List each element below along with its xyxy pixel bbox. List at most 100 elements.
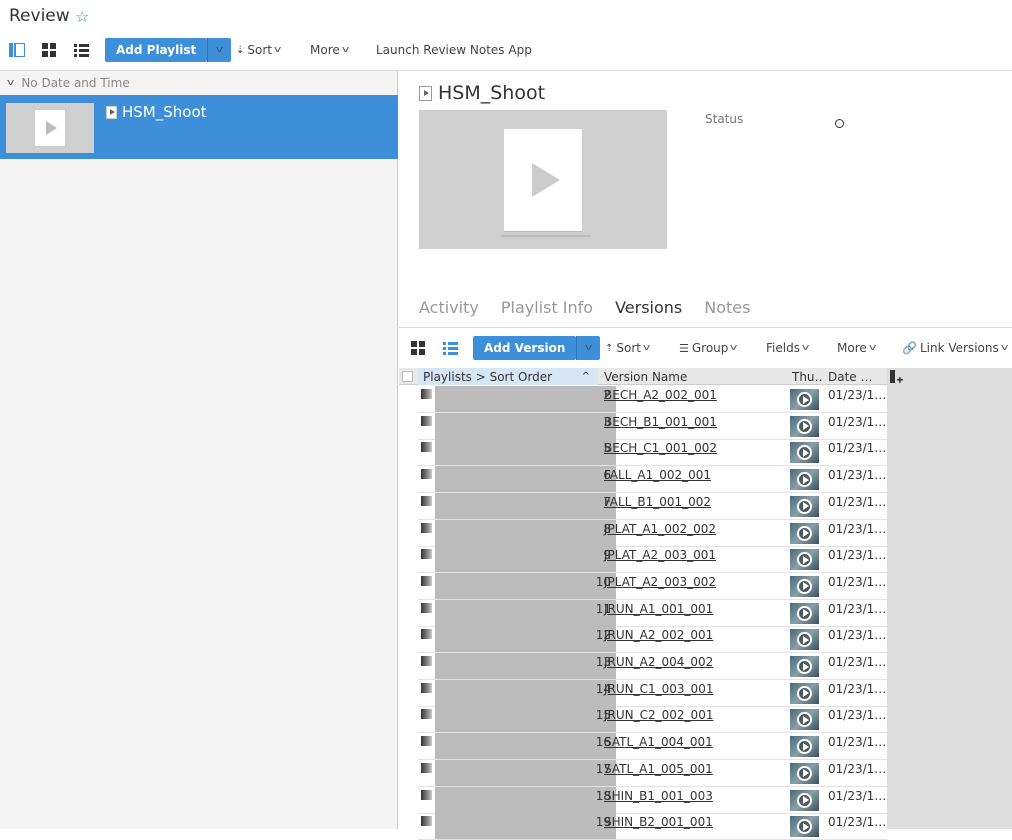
table-row[interactable]: 17 SATL_A1_005_001 01/23/1…	[418, 759, 887, 787]
versions-sort-button[interactable]: ⇡ Sort v	[605, 336, 650, 360]
version-name-link[interactable]: FALL_B1_001_002	[604, 495, 711, 509]
favorite-star-icon[interactable]: ☆	[75, 7, 89, 26]
version-thumbnail-play-icon[interactable]	[790, 575, 819, 597]
version-name-link[interactable]: BECH_C1_001_002	[604, 441, 717, 455]
sort-order-cell[interactable]: 17	[435, 759, 616, 786]
version-name-link[interactable]: JRUN_A2_002_001	[604, 628, 713, 642]
column-header-version-name[interactable]: Version Name	[604, 368, 786, 385]
sort-order-cell[interactable]: 7	[435, 492, 616, 519]
grid-view-icon[interactable]	[41, 42, 57, 58]
sort-order-cell[interactable]: 14	[435, 679, 616, 706]
add-version-dropdown-icon[interactable]: v	[576, 336, 601, 360]
version-name-link[interactable]: BECH_B1_001_001	[604, 415, 717, 429]
version-thumbnail-play-icon[interactable]	[790, 415, 819, 437]
more-button[interactable]: More v	[310, 38, 349, 62]
detail-thumbnail[interactable]	[419, 110, 667, 249]
version-name-link[interactable]: JRUN_C1_003_001	[604, 682, 713, 696]
table-row[interactable]: 3 BECH_B1_001_001 01/23/1…	[418, 412, 887, 440]
table-row[interactable]: 5 BECH_C1_001_002 01/23/1…	[418, 439, 887, 467]
sort-order-cell[interactable]: 16	[435, 733, 616, 760]
column-header-thumbnail[interactable]: Thu…	[792, 368, 822, 385]
table-row[interactable]: 18 SHIN_B1_001_003 01/23/1…	[418, 786, 887, 814]
fields-button[interactable]: Fields v	[766, 336, 809, 360]
launch-review-notes-button[interactable]: Launch Review Notes App	[376, 38, 532, 62]
version-name-link[interactable]: JRUN_A2_004_002	[604, 655, 713, 669]
add-playlist-button[interactable]: Add Playlist	[105, 38, 208, 62]
version-thumbnail-play-icon[interactable]	[790, 442, 819, 464]
column-header-date[interactable]: Date …	[828, 368, 883, 385]
sort-order-cell[interactable]: 19	[435, 813, 616, 840]
version-thumbnail-play-icon[interactable]	[790, 762, 819, 784]
version-thumbnail-play-icon[interactable]	[790, 629, 819, 651]
table-row[interactable]: 7 FALL_B1_001_002 01/23/1…	[418, 492, 887, 520]
version-thumbnail-play-icon[interactable]	[790, 656, 819, 677]
sort-order-cell[interactable]: 10	[435, 572, 616, 599]
sort-order-cell[interactable]: 13	[435, 653, 616, 679]
add-playlist-dropdown-icon[interactable]: v	[207, 38, 232, 62]
version-name-link[interactable]: JPLAT_A2_003_002	[604, 575, 716, 589]
tab-playlist-info[interactable]: Playlist Info	[501, 298, 593, 317]
table-row[interactable]: 16 SATL_A1_004_001 01/23/1…	[418, 733, 887, 761]
table-row[interactable]: 9 JPLAT_A2_003_001 01/23/1…	[418, 546, 887, 574]
add-version-button[interactable]: Add Version	[473, 336, 577, 360]
status-indicator-icon[interactable]	[835, 119, 844, 128]
version-name-link[interactable]: JRUN_A1_001_001	[604, 602, 713, 616]
link-versions-button[interactable]: 🔗 Link Versions v	[902, 336, 1008, 360]
sort-order-cell[interactable]: 8	[435, 519, 616, 546]
versions-more-button[interactable]: More v	[837, 336, 876, 360]
version-thumbnail-play-icon[interactable]	[790, 549, 819, 571]
table-row[interactable]: 13 JRUN_A2_004_002 01/23/1…	[418, 653, 887, 680]
version-name-link[interactable]: SHIN_B2_001_001	[604, 815, 713, 829]
tab-activity[interactable]: Activity	[419, 298, 479, 317]
version-thumbnail-play-icon[interactable]	[790, 602, 819, 624]
grid-view-icon[interactable]	[410, 340, 426, 356]
split-view-icon[interactable]	[9, 42, 25, 58]
version-name-link[interactable]: SHIN_B1_001_003	[604, 789, 713, 803]
sort-button[interactable]: ⇣ Sort v	[236, 38, 281, 62]
table-row[interactable]: 6 FALL_A1_002_001 01/23/1…	[418, 466, 887, 494]
version-name-link[interactable]: FALL_A1_002_001	[604, 468, 711, 482]
version-thumbnail-play-icon[interactable]	[790, 389, 819, 410]
sort-order-cell[interactable]: 5	[435, 439, 616, 466]
table-row[interactable]: 10 JPLAT_A2_003_002 01/23/1…	[418, 572, 887, 600]
select-all-checkbox[interactable]	[402, 368, 414, 385]
playlist-item-selected[interactable]: HSM_Shoot	[0, 95, 398, 159]
version-name-link[interactable]: JPLAT_A2_003_001	[604, 548, 716, 562]
list-view-icon[interactable]	[73, 42, 89, 58]
version-thumbnail-play-icon[interactable]	[790, 736, 819, 758]
sort-order-cell[interactable]: 2	[435, 386, 616, 412]
version-name-link[interactable]: SATL_A1_004_001	[604, 735, 713, 749]
sort-order-cell[interactable]: 12	[435, 626, 616, 653]
sort-order-cell[interactable]: 18	[435, 786, 616, 813]
tab-versions[interactable]: Versions	[615, 298, 682, 317]
group-header[interactable]: v No Date and Time	[0, 73, 398, 93]
version-name-link[interactable]: JPLAT_A1_002_002	[604, 522, 716, 536]
list-view-icon[interactable]	[442, 340, 458, 356]
version-thumbnail-play-icon[interactable]	[790, 682, 819, 704]
column-header-sort-order[interactable]: Playlists > Sort Order ^	[418, 368, 598, 385]
version-thumbnail-play-icon[interactable]	[790, 522, 819, 544]
table-row[interactable]: 19 SHIN_B2_001_001 01/23/1…	[418, 813, 887, 840]
table-row[interactable]: 8 JPLAT_A1_002_002 01/23/1…	[418, 519, 887, 547]
version-name-link[interactable]: BECH_A2_002_001	[604, 388, 717, 402]
version-thumbnail-play-icon[interactable]	[790, 789, 819, 811]
version-thumbnail-play-icon[interactable]	[790, 816, 819, 838]
sort-order-cell[interactable]: 11	[435, 599, 616, 626]
sort-order-cell[interactable]: 9	[435, 546, 616, 573]
add-column-icon[interactable]	[890, 370, 904, 387]
table-row[interactable]: 2 BECH_A2_002_001 01/23/1…	[418, 386, 887, 413]
table-row[interactable]: 12 JRUN_A2_002_001 01/23/1…	[418, 626, 887, 654]
version-name-link[interactable]: SATL_A1_005_001	[604, 762, 713, 776]
version-thumbnail-play-icon[interactable]	[790, 709, 819, 731]
sort-order-cell[interactable]: 15	[435, 706, 616, 733]
table-row[interactable]: 15 JRUN_C2_002_001 01/23/1…	[418, 706, 887, 734]
table-row[interactable]: 14 JRUN_C1_003_001 01/23/1…	[418, 679, 887, 707]
version-thumbnail-play-icon[interactable]	[790, 495, 819, 517]
table-row[interactable]: 11 JRUN_A1_001_001 01/23/1…	[418, 599, 887, 627]
group-button[interactable]: ☰ Group v	[679, 336, 738, 360]
sort-order-cell[interactable]: 3	[435, 412, 616, 439]
version-name-link[interactable]: JRUN_C2_002_001	[604, 708, 713, 722]
tab-notes[interactable]: Notes	[704, 298, 750, 317]
version-thumbnail-play-icon[interactable]	[790, 469, 819, 491]
sort-order-cell[interactable]: 6	[435, 466, 616, 493]
